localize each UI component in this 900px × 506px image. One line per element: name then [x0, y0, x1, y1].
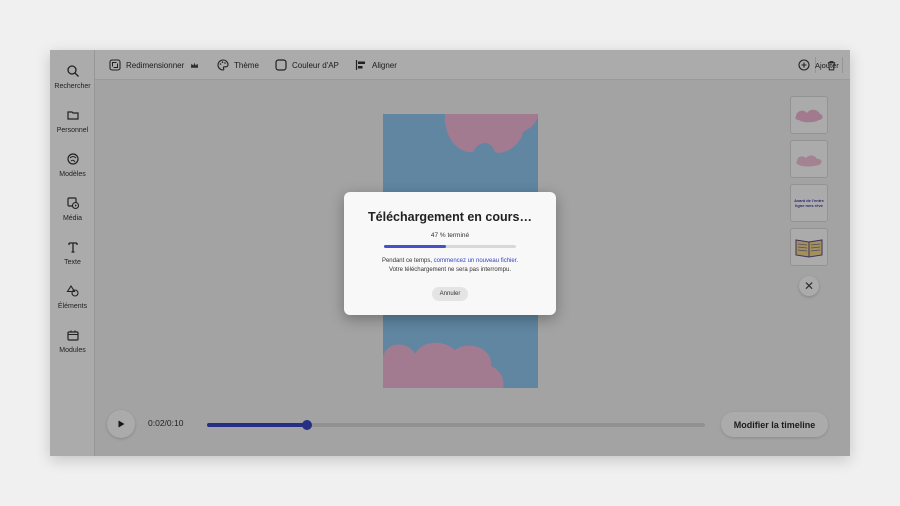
- new-file-link[interactable]: commencez un nouveau fichier.: [434, 258, 518, 264]
- download-progress-bar: [384, 245, 516, 248]
- cancel-button[interactable]: Annuler: [432, 287, 468, 301]
- dialog-message-line1: Pendant ce temps, commencez un nouveau f…: [344, 258, 556, 264]
- dialog-message-prefix: Pendant ce temps,: [381, 258, 434, 264]
- dialog-title: Téléchargement en cours…: [368, 210, 532, 224]
- download-progress-fill: [384, 245, 447, 248]
- dialog-message-line2: Votre téléchargement ne sera pas interro…: [388, 267, 512, 273]
- app-window: Rechercher Personnel Modèles Média Texte…: [50, 50, 850, 456]
- dialog-percent-text: 47 % terminé: [430, 232, 470, 239]
- download-progress-dialog: Téléchargement en cours… 47 % terminé Pe…: [344, 192, 556, 315]
